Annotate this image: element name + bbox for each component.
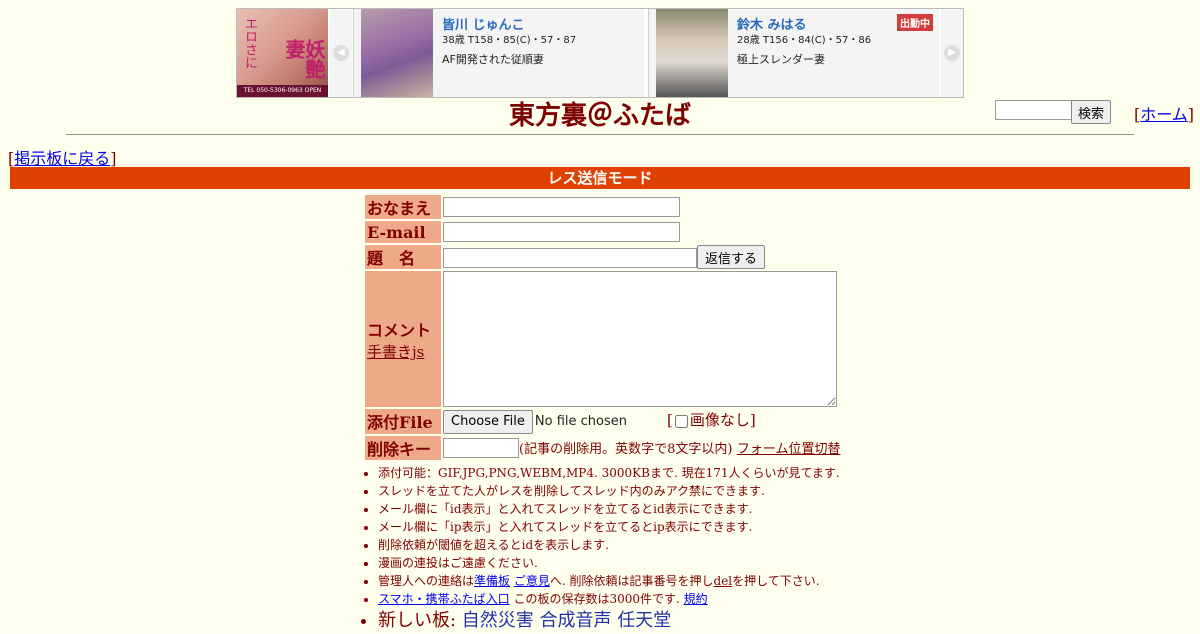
del-link[interactable]: del: [714, 574, 733, 588]
ad-card-desc: 極上スレンダー妻: [737, 53, 825, 66]
search-box: 検索: [995, 100, 1112, 124]
name-label: おなまえ: [365, 195, 441, 219]
comment-label: コメント: [367, 320, 432, 340]
ad-card[interactable]: 皆川 じゅんこ 38歳 T158・85(C)・57・87 AF開発された従順妻: [353, 9, 644, 97]
no-image-option: [ 画像なし]: [667, 411, 756, 429]
bracket-close: ]: [1187, 105, 1195, 124]
delete-key-note: (記事の削除用。英数字で8文字以内): [519, 441, 733, 457]
bracket-close: ]: [110, 149, 117, 168]
list-item: メール欄に「ip表示」と入れてスレッドを立てるとip表示にできます.: [378, 518, 938, 536]
rules-link[interactable]: 規約: [684, 592, 708, 606]
new-boards-label: 新しい板:: [378, 610, 462, 631]
notes-list: 添付可能：GIF,JPG,PNG,WEBM,MP4. 3000KBまで. 現在1…: [360, 464, 938, 634]
note-text: へ. 削除依頼は記事番号を押し: [549, 574, 714, 588]
list-item: 削除依頼が閾値を超えるとidを表示します.: [378, 536, 938, 554]
file-choose-button[interactable]: Choose File: [443, 409, 533, 434]
bracket-close: ]: [749, 411, 756, 429]
chevron-left-icon: ◀: [333, 45, 349, 61]
ad-photo: [656, 9, 728, 97]
back-link-wrapper: [掲示板に戻る]: [8, 145, 117, 169]
prep-board-link[interactable]: 準備板: [474, 574, 510, 588]
chevron-right-icon: ▶: [944, 45, 960, 61]
comment-textarea[interactable]: [443, 271, 837, 407]
list-item: メール欄に「id表示」と入れてスレッドを立てるとid表示にできます.: [378, 500, 938, 518]
divider: [66, 134, 1134, 135]
ad-card-spec: 28歳 T156・84(C)・57・86: [737, 35, 872, 46]
ad-card-desc: AF開発された従順妻: [442, 53, 544, 66]
name-field[interactable]: [443, 197, 680, 217]
ad-photo: [361, 9, 433, 97]
list-item: 新しい板: 自然災害 合成音声 任天堂: [378, 608, 938, 634]
ad-card-spec: 38歳 T158・85(C)・57・87: [442, 35, 577, 46]
ad-brand-sub: エロさに: [242, 17, 257, 69]
handwrite-link[interactable]: 手書きjs: [367, 343, 424, 361]
search-input[interactable]: [995, 100, 1073, 120]
list-item: スレッドを立てた人がレスを削除してスレッド内のみアク禁にできます.: [378, 482, 938, 500]
feedback-link[interactable]: ご意見: [514, 574, 550, 588]
new-board-link[interactable]: 自然災害: [462, 610, 534, 631]
note-text: を押して下さい.: [732, 574, 820, 588]
new-board-link[interactable]: 合成音声: [540, 610, 612, 631]
note-text: この板の保存数は3000件です.: [509, 592, 684, 606]
subject-field[interactable]: [443, 247, 697, 268]
home-link[interactable]: ホーム: [1140, 105, 1188, 124]
ad-next-button[interactable]: ▶: [941, 9, 963, 97]
subject-label: 題 名: [365, 245, 441, 269]
home-link-wrapper: [ホーム]: [1134, 101, 1194, 125]
no-image-checkbox[interactable]: [674, 414, 688, 428]
email-label: E-mail: [365, 221, 441, 243]
reply-mode-bar: レス送信モード: [10, 167, 1190, 189]
submit-button[interactable]: 返信する: [697, 245, 766, 269]
email-field[interactable]: [443, 222, 680, 242]
no-image-label: 画像なし: [689, 411, 750, 429]
ad-brand-footer: TEL 050-5306-0963 OPEN 9:00〜24:00: [237, 85, 328, 97]
back-to-board-link[interactable]: 掲示板に戻る: [14, 149, 110, 168]
note-text: 管理人への連絡は: [378, 574, 475, 588]
new-board-link[interactable]: 任天堂: [617, 610, 671, 631]
list-item: スマホ・携帯ふたば入口 この板の保存数は3000件です. 規約: [378, 590, 938, 608]
comment-label-cell: コメント 手書きjs: [365, 271, 441, 407]
search-button[interactable]: 検索: [1071, 100, 1112, 124]
list-item: 漫画の連投はご遠慮ください.: [378, 554, 938, 572]
delete-key-field[interactable]: [443, 437, 519, 458]
post-form: おなまえ E-mail 題 名 返信する コメント 手書きjs 添付File C…: [363, 193, 843, 462]
ad-card[interactable]: 鈴木 みはる 出勤中 28歳 T156・84(C)・57・86 極上スレンダー妻: [648, 9, 939, 97]
mobile-entry-link[interactable]: スマホ・携帯ふたば入口: [378, 592, 510, 606]
ad-prev-button[interactable]: ◀: [330, 9, 352, 97]
file-label: 添付File: [365, 409, 441, 434]
delete-key-label: 削除キー: [365, 435, 441, 460]
file-status: No file chosen: [534, 414, 627, 429]
list-item: 管理人への連絡は準備板 ご意見へ. 削除依頼は記事番号を押しdelを押して下さい…: [378, 572, 938, 590]
ad-brand-banner[interactable]: エロさに 妖艶妻 TEL 050-5306-0963 OPEN 9:00〜24:…: [237, 9, 328, 97]
form-position-toggle-link[interactable]: フォーム位置切替: [737, 442, 841, 457]
bracket-open: [: [666, 411, 673, 429]
list-item: 添付可能：GIF,JPG,PNG,WEBM,MP4. 3000KBまで. 現在1…: [378, 464, 938, 482]
status-badge: 出勤中: [897, 14, 933, 31]
ad-banner[interactable]: エロさに 妖艶妻 TEL 050-5306-0963 OPEN 9:00〜24:…: [236, 8, 964, 98]
